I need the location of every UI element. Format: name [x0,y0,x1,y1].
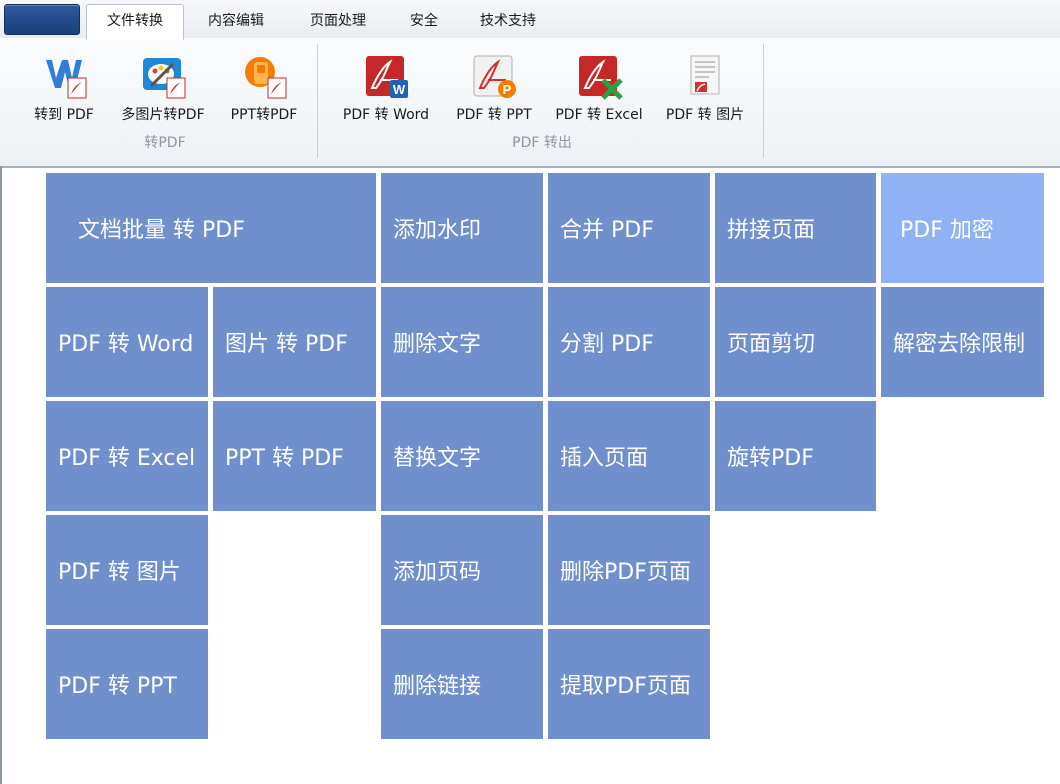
tile-join-pages[interactable]: 拼接页面 [715,173,876,283]
ppt-to-pdf-button[interactable]: PPT转PDF [222,48,306,128]
tile-image-to-pdf[interactable]: 图片 转 PDF [213,287,376,397]
ribbon-toolbar: 转到 PDF 多图片转PDF PPT转PDF 转PDF W PDF 转 Word… [0,38,1060,168]
tab-page-process[interactable]: 页面处理 [294,6,382,38]
tab-file-convert[interactable]: 文件转换 [86,4,184,40]
ribbon-separator [763,44,764,158]
word-to-pdf-label: 转到 PDF [34,107,94,123]
tile-merge-pdf[interactable]: 合并 PDF [548,173,710,283]
tile-rotate-pdf[interactable]: 旋转PDF [715,401,876,511]
tile-add-watermark[interactable]: 添加水印 [381,173,543,283]
svg-text:W: W [393,82,406,97]
window-left-border [0,166,2,784]
tile-decrypt-remove-limits[interactable]: 解密去除限制 [881,287,1044,397]
ppt-to-pdf-icon [245,57,287,99]
word-to-pdf-icon [46,60,87,99]
pdf-to-excel-label: PDF 转 Excel [555,107,643,123]
pdf-to-ppt-icon: P [473,55,516,98]
tile-extract-pdf-page[interactable]: 提取PDF页面 [548,629,710,739]
multi-image-to-pdf-button[interactable]: 多图片转PDF [110,48,216,128]
pdf-export-group-label: PDF 转出 [512,135,572,151]
multi-image-to-pdf-label: 多图片转PDF [121,107,205,123]
ribbon-separator [317,44,318,158]
tab-tech-support[interactable]: 技术支持 [464,6,552,38]
tile-crop-page[interactable]: 页面剪切 [715,287,876,397]
tile-pdf-to-excel[interactable]: PDF 转 Excel [46,401,208,511]
tile-add-page-number[interactable]: 添加页码 [381,515,543,625]
pdf-to-word-button[interactable]: W PDF 转 Word [330,48,442,128]
pdf-to-ppt-button[interactable]: P PDF 转 PPT [446,48,542,128]
tab-security[interactable]: 安全 [398,6,450,38]
svg-text:P: P [503,82,512,97]
tile-batch-to-pdf[interactable]: 文档批量 转 PDF [46,173,376,283]
pdf-to-word-icon: W [366,56,408,98]
pdf-to-image-button[interactable]: PDF 转 图片 [656,48,754,128]
tile-delete-text[interactable]: 删除文字 [381,287,543,397]
pdf-to-word-label: PDF 转 Word [342,107,430,123]
tile-pdf-to-ppt[interactable]: PDF 转 PPT [46,629,208,739]
tile-pdf-to-image[interactable]: PDF 转 图片 [46,515,208,625]
tile-insert-page[interactable]: 插入页面 [548,401,710,511]
to-pdf-group-label: 转PDF [144,135,186,151]
word-to-pdf-button[interactable]: 转到 PDF [24,48,104,128]
pdf-to-ppt-label: PDF 转 PPT [456,107,532,123]
tile-delete-link[interactable]: 删除链接 [381,629,543,739]
tile-ppt-to-pdf[interactable]: PPT 转 PDF [213,401,376,511]
ppt-to-pdf-label: PPT转PDF [230,107,298,123]
pdf-to-image-icon [690,55,720,95]
pdf-to-image-label: PDF 转 图片 [665,107,745,123]
image-to-pdf-icon [143,58,186,99]
tile-pdf-to-word[interactable]: PDF 转 Word [46,287,208,397]
tile-replace-text[interactable]: 替换文字 [381,401,543,511]
tile-delete-pdf-page[interactable]: 删除PDF页面 [548,515,710,625]
tile-split-pdf[interactable]: 分割 PDF [548,287,710,397]
tab-content-edit[interactable]: 内容编辑 [192,6,280,38]
pdf-to-excel-button[interactable]: PDF 转 Excel [546,48,652,128]
application-menu-button[interactable] [4,4,80,35]
menu-tab-bar: 文件转换 内容编辑 页面处理 安全 技术支持 [0,0,1060,40]
tile-pdf-encrypt[interactable]: PDF 加密 [881,173,1044,283]
pdf-to-excel-icon [579,56,623,100]
